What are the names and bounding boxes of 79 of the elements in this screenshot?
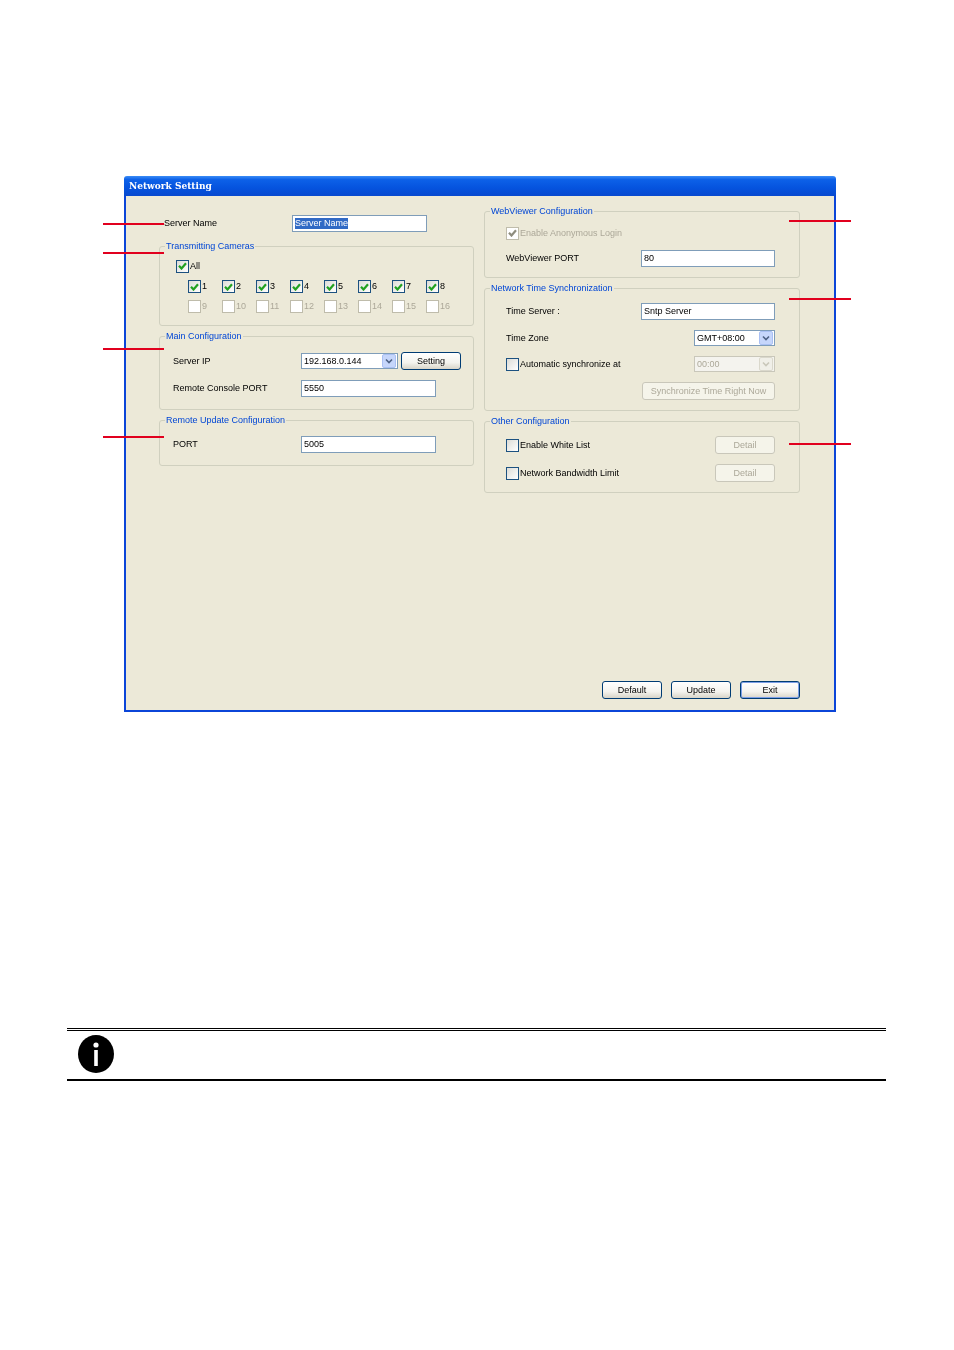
- group-title: Transmitting Cameras: [165, 241, 256, 252]
- callout-line: [103, 436, 164, 438]
- checkmark-icon: [258, 282, 267, 291]
- checkbox-label: Network Bandwidth Limit: [519, 467, 620, 479]
- button[interactable]: Exit: [740, 681, 800, 699]
- checkbox-label: 13: [337, 301, 348, 312]
- callout-line: [103, 252, 164, 254]
- checkbox[interactable]: [392, 280, 405, 293]
- checkbox-label: 8: [439, 281, 445, 292]
- checkmark-icon: [428, 282, 437, 291]
- field-label: Remote Console PORT: [173, 383, 269, 394]
- checkbox[interactable]: [188, 280, 201, 293]
- checkbox[interactable]: [222, 280, 235, 293]
- checkbox-label: 10: [235, 301, 246, 312]
- checkmark-icon: [508, 229, 517, 237]
- callout-line: [103, 348, 164, 350]
- field-label: Server Name: [164, 218, 218, 229]
- checkmark-icon: [292, 282, 301, 291]
- checkbox-label: 4: [303, 281, 309, 292]
- checkbox[interactable]: [176, 259, 189, 273]
- checkbox-label: 2: [235, 281, 241, 292]
- field-label: Time Server :: [506, 306, 561, 317]
- info-icon: [78, 1035, 114, 1073]
- checkbox-label: 14: [371, 301, 382, 312]
- checkmark-icon: [360, 282, 369, 291]
- checkbox[interactable]: [426, 280, 439, 293]
- checkbox-label: 5: [337, 281, 343, 292]
- text-field[interactable]: 5550: [301, 380, 436, 397]
- checkmark-icon: [190, 282, 199, 291]
- checkbox[interactable]: [324, 280, 337, 293]
- checkbox-label: 3: [269, 281, 275, 292]
- button[interactable]: Default: [602, 681, 662, 699]
- chevron-down-icon: [759, 357, 773, 371]
- dropdown[interactable]: 192.168.0.144: [301, 353, 398, 369]
- button[interactable]: Update: [671, 681, 731, 699]
- checkbox-label: 1: [201, 281, 207, 292]
- callout-line: [789, 298, 851, 300]
- checkbox-label: 11: [269, 301, 280, 312]
- checkbox[interactable]: [256, 280, 269, 293]
- callout-line: [103, 223, 164, 225]
- group-title: WebViewer Configuration: [490, 206, 594, 217]
- checkbox-label: 15: [405, 301, 416, 312]
- checkmark-icon: [326, 282, 335, 291]
- checkbox[interactable]: [506, 438, 519, 452]
- field-label: PORT: [173, 439, 199, 450]
- checkbox-label: 7: [405, 281, 411, 292]
- button[interactable]: Setting: [401, 352, 461, 370]
- callout-line: [789, 443, 851, 445]
- checkbox-label: Automatic synchronize at: [519, 358, 621, 370]
- callout-line: [789, 220, 851, 222]
- text-field[interactable]: 5005: [301, 436, 436, 453]
- checkmark-icon: [224, 282, 233, 291]
- group-title: Main Configuration: [165, 331, 243, 342]
- text-field[interactable]: 80: [641, 250, 775, 267]
- checkbox-label: 12: [303, 301, 314, 312]
- checkbox[interactable]: [358, 280, 371, 293]
- field-label: WebViewer PORT: [506, 253, 581, 264]
- checkbox-label: 6: [371, 281, 377, 292]
- checkbox-label: All: [189, 260, 200, 272]
- chevron-down-icon: [382, 354, 396, 368]
- checkmark-icon: [394, 282, 403, 291]
- checkbox-label: 16: [439, 301, 450, 312]
- field-label: Server IP: [173, 355, 212, 367]
- checkmark-icon: [178, 262, 187, 270]
- checkbox-label: 9: [201, 301, 207, 312]
- checkbox[interactable]: [506, 466, 519, 480]
- group-title: Remote Update Configuration: [165, 415, 287, 426]
- checkbox[interactable]: [290, 280, 303, 293]
- group-title: Other Configuration: [490, 416, 571, 427]
- field-label: Time Zone: [506, 332, 550, 344]
- checkbox-label: Enable White List: [519, 439, 591, 451]
- chevron-down-icon: [759, 331, 773, 345]
- text-field[interactable]: Sntp Server: [641, 303, 775, 320]
- window-title: Network Setting: [129, 180, 212, 192]
- checkbox-label: Enable Anonymous Login: [519, 227, 623, 239]
- dropdown[interactable]: GMT+08:00: [694, 330, 775, 346]
- text-field[interactable]: Server Name: [292, 215, 427, 232]
- checkbox[interactable]: [506, 357, 519, 371]
- group-title: Network Time Synchronization: [490, 283, 614, 294]
